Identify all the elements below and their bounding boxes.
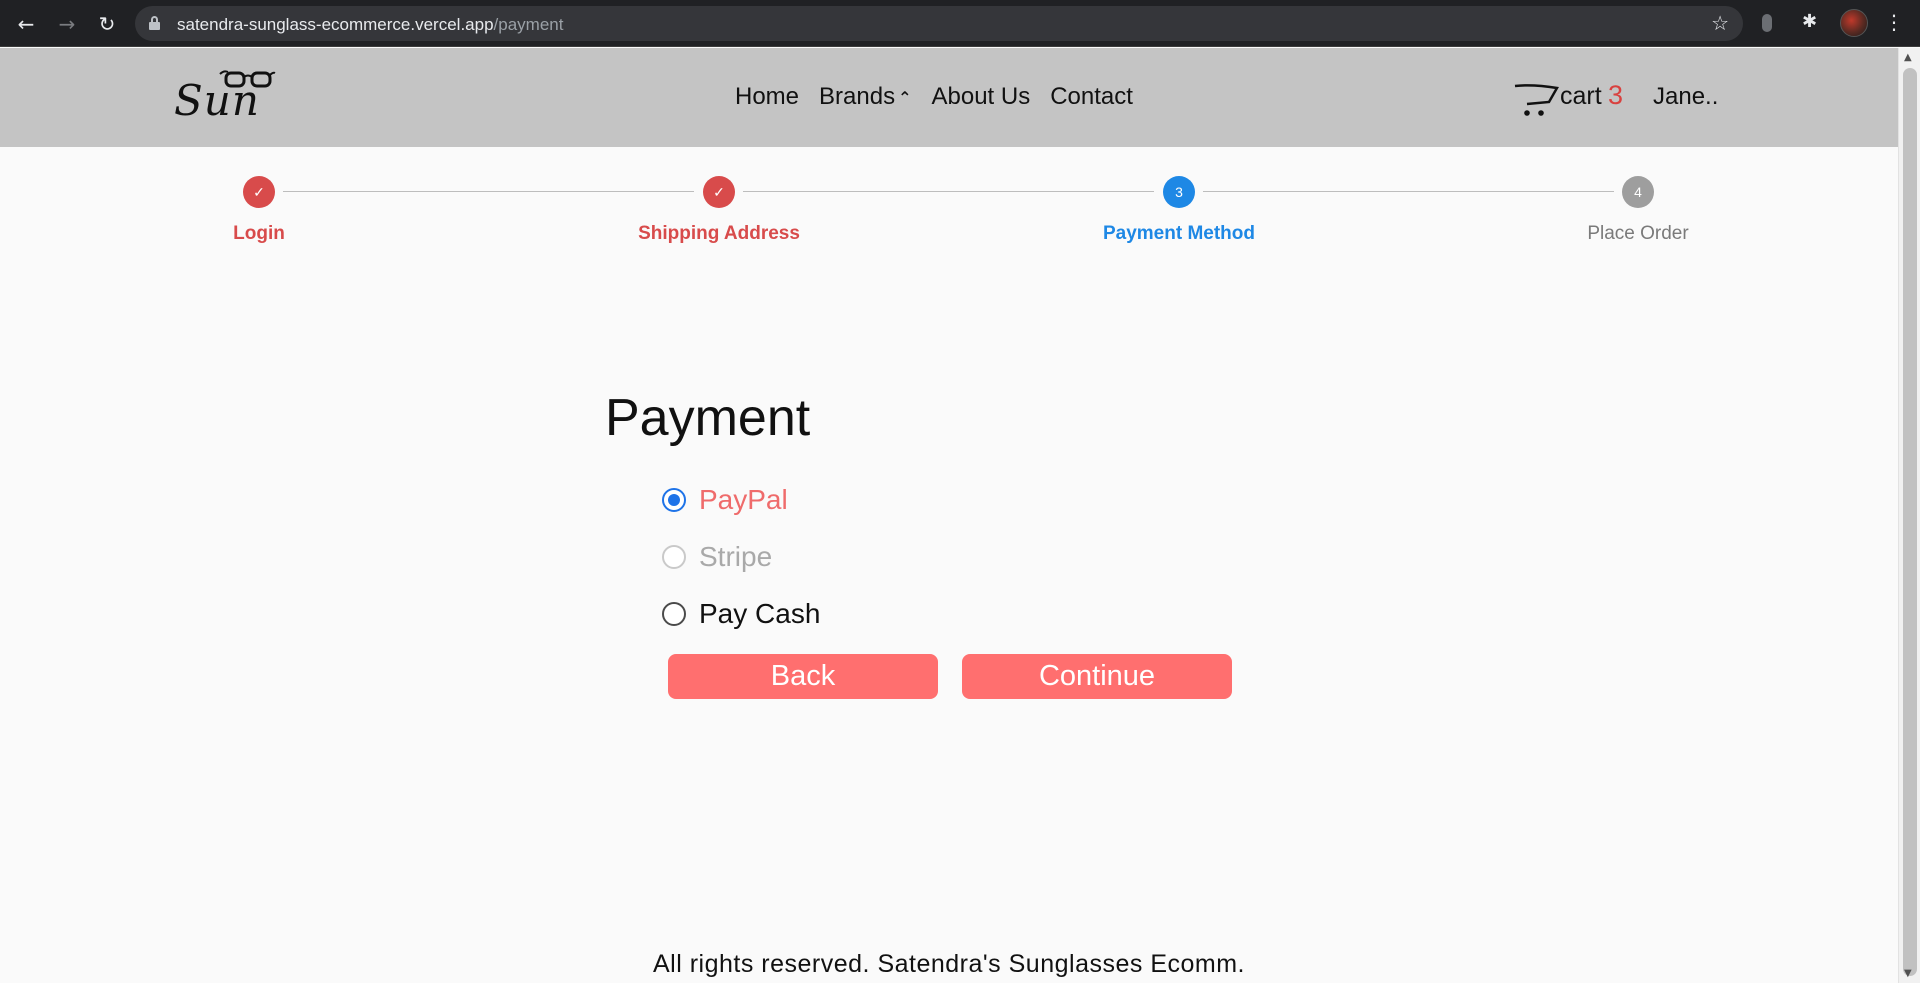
site-logo[interactable]: Sun [172,68,282,125]
step-label: Shipping Address [638,223,800,244]
glasses-icon [219,70,276,88]
page-scrollbar[interactable]: ▲ ▼ [1898,48,1920,983]
step-number-icon: 3 [1163,176,1195,208]
back-arrow-icon[interactable]: ← [12,10,40,38]
scrollbar-thumb[interactable] [1903,68,1917,976]
address-bar[interactable]: satendra-sunglass-ecommerce.vercel.app/p… [135,6,1743,41]
nav-about-us[interactable]: About Us [931,83,1030,111]
nav-brands-label: Brands [819,83,896,110]
site-header: Sun Home Brands ⌃ About Us Contact cart 3… [0,48,1898,147]
cart-icon [1514,84,1559,116]
cart-link[interactable]: cart 3 [1513,78,1633,118]
page-title: Payment [605,389,811,447]
reload-icon[interactable]: ↻ [93,10,121,38]
step-login: ✓ Login [149,176,369,245]
browser-toolbar: ← → ↻ satendra-sunglass-ecommerce.vercel… [0,0,1920,47]
continue-button[interactable]: Continue [962,654,1232,699]
step-label: Payment Method [1102,223,1256,244]
address-url[interactable]: satendra-sunglass-ecommerce.vercel.app/p… [177,15,563,35]
bookmark-star-icon[interactable]: ☆ [1711,11,1729,35]
step-number-icon: 4 [1622,176,1654,208]
extension-icon[interactable] [1762,14,1772,32]
step-shipping-address: ✓ Shipping Address [609,176,829,245]
cart-count-badge: 3 [1608,80,1624,110]
scroll-up-icon[interactable]: ▲ [1904,52,1912,63]
paypal-label: PayPal [699,484,788,515]
url-host: satendra-sunglass-ecommerce.vercel.app [177,15,494,34]
check-icon: ✓ [703,176,735,208]
step-label: Login [233,223,285,244]
stripe-radio [662,545,686,569]
step-payment-method: 3 Payment Method [1069,176,1289,245]
paypal-radio[interactable] [662,488,686,512]
checkout-stepper: ✓ Login ✓ Shipping Address 3 Payment Met… [0,176,1898,256]
profile-avatar[interactable] [1840,9,1868,37]
cart-label: cart [1560,82,1602,110]
main-nav: Home Brands ⌃ About Us Contact [735,83,1133,111]
payment-option-stripe: Stripe [662,541,772,573]
nav-about-label: About Us [931,83,1031,110]
nav-brands[interactable]: Brands ⌃ [819,83,911,111]
forward-arrow-icon[interactable]: → [53,10,81,38]
nav-home[interactable]: Home [735,83,799,111]
step-place-order: 4 Place Order [1528,176,1748,245]
url-path: /payment [493,15,564,34]
nav-contact[interactable]: Contact [1050,83,1133,111]
pay-cash-label: Pay Cash [699,598,821,629]
check-icon: ✓ [243,176,275,208]
stripe-label: Stripe [699,541,773,572]
payment-option-paypal[interactable]: PayPal [662,484,788,516]
user-menu[interactable]: Jane.. [1653,83,1718,111]
lock-icon[interactable] [149,16,160,30]
browser-menu-icon[interactable]: ⋮ [1884,10,1904,34]
chevron-up-icon: ⌃ [898,87,912,107]
back-button[interactable]: Back [668,654,938,699]
site-footer: All rights reserved. Satendra's Sunglass… [652,950,1246,978]
nav-contact-label: Contact [1050,83,1133,110]
scroll-down-icon[interactable]: ▼ [1904,968,1912,979]
nav-home-label: Home [735,83,800,110]
step-label: Place Order [1587,223,1689,244]
pay-cash-radio[interactable] [662,602,686,626]
payment-option-pay-cash[interactable]: Pay Cash [662,598,820,630]
puzzle-extensions-icon[interactable]: ✱ [1802,11,1817,32]
